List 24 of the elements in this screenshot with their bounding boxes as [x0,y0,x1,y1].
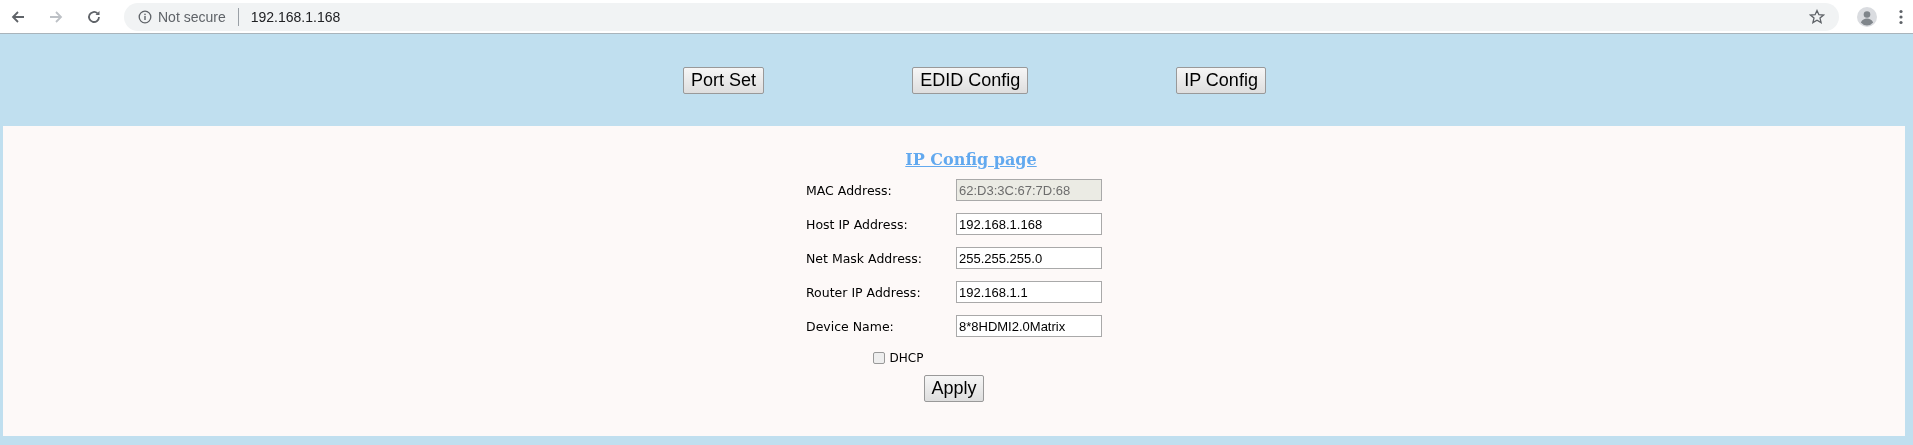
apply-button[interactable]: Apply [924,375,984,402]
checkbox-label: DHCP [889,351,924,365]
url-text: 192.168.1.168 [250,8,341,25]
field-label: Host IP Address: [806,216,909,232]
text-field[interactable]: 192.168.1.1 [956,281,1102,303]
reload-icon[interactable] [86,8,102,25]
nav-button[interactable]: EDID Config [912,66,1029,94]
address-bar[interactable]: Not secure 192.168.1.168 [124,2,1839,31]
info-icon[interactable] [138,9,152,24]
back-icon[interactable] [10,8,26,25]
checkbox[interactable] [872,352,885,364]
field-label: Device Name: [806,318,895,334]
security-label: Not secure [158,8,226,25]
nav-button[interactable]: Port Set [683,66,765,94]
text-field[interactable]: 192.168.1.168 [956,213,1102,235]
star-icon[interactable] [1809,8,1825,25]
avatar-icon[interactable] [1857,6,1877,27]
nav-button[interactable]: IP Config [1176,66,1266,94]
field-label: Net Mask Address: [806,250,924,266]
text-field[interactable]: 255.255.255.0 [956,247,1102,269]
field-label: MAC Address: [806,182,893,198]
field-label: Router IP Address: [806,284,922,300]
menu-icon[interactable] [1899,8,1903,25]
text-field[interactable]: 8*8HDMI2.0Matrix [956,315,1102,337]
